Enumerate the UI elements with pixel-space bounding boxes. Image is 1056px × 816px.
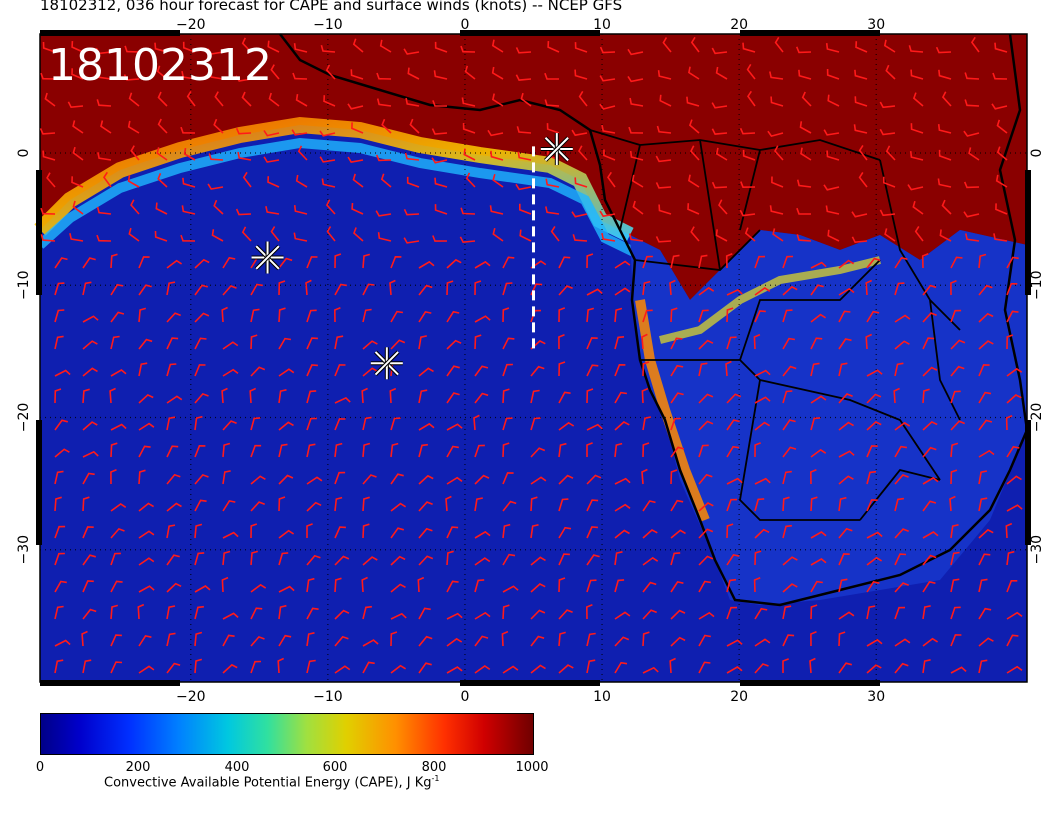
y-tick-label-left: 0: [16, 149, 32, 158]
x-tick-label-bottom: 0: [460, 689, 469, 705]
colorbar-label-400: 400: [224, 760, 250, 775]
x-tick-label-top: −20: [176, 17, 206, 33]
asterisk-marker: [370, 347, 403, 380]
colorbar-label-0: 0: [35, 760, 45, 775]
cape-colorbar: [40, 713, 534, 755]
colorbar-label-1000: 1000: [515, 760, 549, 775]
x-tick-label-top: 10: [593, 17, 611, 33]
cape-wind-map: −20 −20 −10 −10 0 0 10 10 20 20 30 30 0 0 −10 −10 −20 −20…: [16, 17, 1045, 705]
x-tick-label-top: 20: [730, 17, 748, 33]
asterisk-marker: [251, 241, 284, 274]
y-tick-label-right: −10: [1029, 270, 1045, 300]
asterisk-marker: [540, 133, 573, 166]
y-tick-label-left: −30: [16, 535, 32, 565]
x-tick-label-bottom: −10: [313, 689, 343, 705]
date-stamp: 18102312: [48, 40, 272, 91]
colorbar-label-800: 800: [421, 760, 447, 775]
x-tick-label-top: 0: [460, 17, 469, 33]
colorbar-label-600: 600: [322, 760, 348, 775]
x-tick-label-bottom: 20: [730, 689, 748, 705]
y-tick-label-left: −10: [16, 270, 32, 300]
y-tick-label-right: −20: [1029, 403, 1045, 433]
x-tick-label-bottom: −20: [176, 689, 206, 705]
y-tick-label-left: −20: [16, 403, 32, 433]
colorbar-title: Convective Available Potential Energy (C…: [104, 774, 440, 791]
y-tick-label-right: 0: [1029, 149, 1045, 158]
colorbar-label-200: 200: [125, 760, 151, 775]
x-tick-label-bottom: 30: [867, 689, 885, 705]
x-tick-label-bottom: 10: [593, 689, 611, 705]
x-tick-label-top: 30: [867, 17, 885, 33]
x-tick-label-top: −10: [313, 17, 343, 33]
y-tick-label-right: −30: [1029, 535, 1045, 565]
